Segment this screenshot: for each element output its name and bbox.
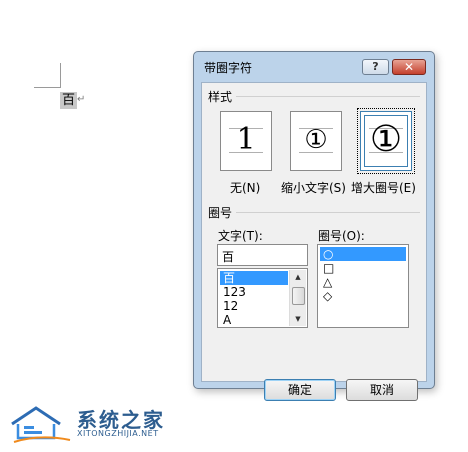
style-option-none[interactable]: 1 <box>220 111 272 171</box>
list-item[interactable]: △ <box>320 275 406 289</box>
dialog-body: 样式 1 无(N) ① 缩小文字(S) ① 增大圈号(E) 圈号 文字(T): <box>201 82 427 401</box>
style-option-enlarge-circle[interactable]: ① <box>357 108 415 174</box>
circle-section-label: 圈号 <box>208 206 233 220</box>
selected-document-character[interactable]: 百 <box>60 92 78 109</box>
dialog-titlebar[interactable]: 带圈字符 ? ✕ <box>194 52 434 80</box>
enclosure-field-label: 圈号(O): <box>318 229 365 243</box>
scroll-down-arrow-icon[interactable]: ▼ <box>290 312 306 326</box>
circle-section-divider <box>236 212 420 213</box>
list-item[interactable]: □ <box>320 261 406 275</box>
list-item[interactable]: 123 <box>220 285 288 299</box>
text-input[interactable]: 百 <box>217 244 308 266</box>
paragraph-mark: ↵ <box>77 94 86 105</box>
crop-mark-vertical <box>60 63 61 88</box>
watermark-url: XITONGZHIJIA.NET <box>77 429 159 438</box>
close-button[interactable]: ✕ <box>392 59 426 75</box>
style-sample-shrink: ① <box>304 125 328 155</box>
crop-mark-horizontal <box>34 87 60 88</box>
ok-button[interactable]: 确定 <box>264 379 336 401</box>
text-input-value: 百 <box>222 250 235 264</box>
style-option-none-label[interactable]: 无(N) <box>230 179 260 196</box>
text-listbox[interactable]: 百 123 12 A ▲ ▼ <box>217 268 308 328</box>
list-item[interactable]: 12 <box>220 299 288 313</box>
list-item[interactable]: ○ <box>320 247 406 261</box>
help-button[interactable]: ? <box>362 59 389 75</box>
scroll-up-arrow-icon[interactable]: ▲ <box>290 270 306 284</box>
style-option-shrink-label[interactable]: 缩小文字(S) <box>281 179 346 196</box>
style-section-divider <box>236 96 420 97</box>
enclosure-listbox[interactable]: ○ □ △ ◇ <box>317 244 409 328</box>
dialog-title: 带圈字符 <box>204 61 253 75</box>
scrollbar-thumb[interactable] <box>292 287 305 305</box>
watermark-house-logo-icon <box>11 406 71 443</box>
list-item[interactable]: A <box>220 313 288 327</box>
list-item[interactable]: 百 <box>220 271 288 285</box>
text-field-label: 文字(T): <box>218 229 263 243</box>
style-option-enlarge-label[interactable]: 增大圈号(E) <box>351 179 416 196</box>
style-option-shrink-text[interactable]: ① <box>290 111 342 171</box>
text-list-scrollbar[interactable]: ▲ ▼ <box>289 270 306 326</box>
style-sample-plain: 1 <box>236 122 256 157</box>
cancel-button[interactable]: 取消 <box>346 379 418 401</box>
list-item[interactable]: ◇ <box>320 289 406 303</box>
style-section-label: 样式 <box>208 90 233 104</box>
style-sample-enlarge: ① <box>369 119 403 160</box>
enclose-characters-dialog: 带圈字符 ? ✕ 样式 1 无(N) ① 缩小文字(S) ① 增大圈号(E) 圈… <box>193 51 435 401</box>
